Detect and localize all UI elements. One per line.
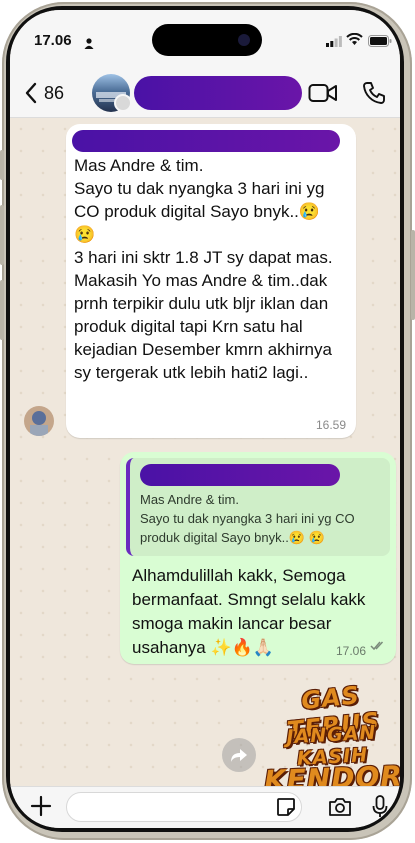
sticker-icon[interactable] [276, 797, 296, 822]
input-bar [10, 786, 400, 828]
signal-icon [326, 34, 342, 52]
sender-name-redacted [72, 130, 340, 152]
quoted-reply[interactable]: Mas Andre & tim. Sayo tu dak nyangka 3 h… [126, 458, 390, 556]
status-bar: 17.06 [10, 10, 400, 70]
phone-call-icon[interactable] [362, 81, 386, 110]
side-button [0, 150, 4, 180]
person-icon [84, 36, 94, 54]
outgoing-message[interactable]: Mas Andre & tim. Sayo tu dak nyangka 3 h… [120, 452, 396, 664]
camera-icon[interactable] [328, 797, 352, 822]
forward-icon [231, 749, 247, 762]
quoted-sender-redacted [140, 464, 340, 486]
side-button [411, 230, 415, 320]
forward-button[interactable] [222, 738, 256, 772]
plus-icon[interactable] [30, 795, 52, 822]
side-button [0, 280, 4, 340]
wifi-icon [346, 32, 363, 51]
back-icon[interactable] [24, 82, 38, 109]
double-check-icon [370, 638, 386, 656]
contact-name-redacted[interactable] [134, 76, 302, 110]
incoming-message-text: Mas Andre & tim. Sayo tu dak nyangka 3 h… [74, 156, 333, 382]
unread-count[interactable]: 86 [44, 83, 64, 104]
chat-header: 86 [10, 70, 400, 118]
status-ring-icon [114, 94, 132, 112]
mic-icon[interactable] [372, 795, 388, 824]
incoming-message[interactable]: Mas Andre & tim. Sayo tu dak nyangka 3 h… [66, 124, 356, 438]
side-button [0, 205, 4, 265]
status-time: 17.06 [34, 32, 72, 49]
incoming-message-time: 16.59 [315, 418, 346, 432]
outgoing-message-time: 17.06 [335, 644, 366, 658]
screen: 17.06 86 Mas Andre & tim. Sayo tu dak ny… [10, 10, 400, 828]
chat-area[interactable]: Mas Andre & tim. Sayo tu dak nyangka 3 h… [10, 118, 400, 797]
video-call-icon[interactable] [308, 82, 338, 109]
battery-icon [368, 34, 392, 52]
message-input[interactable] [66, 792, 302, 822]
dynamic-island [152, 24, 262, 56]
sender-avatar[interactable] [24, 406, 54, 436]
quoted-text: Mas Andre & tim. Sayo tu dak nyangka 3 h… [140, 492, 355, 545]
phone-bezel: 17.06 86 Mas Andre & tim. Sayo tu dak ny… [6, 6, 404, 832]
